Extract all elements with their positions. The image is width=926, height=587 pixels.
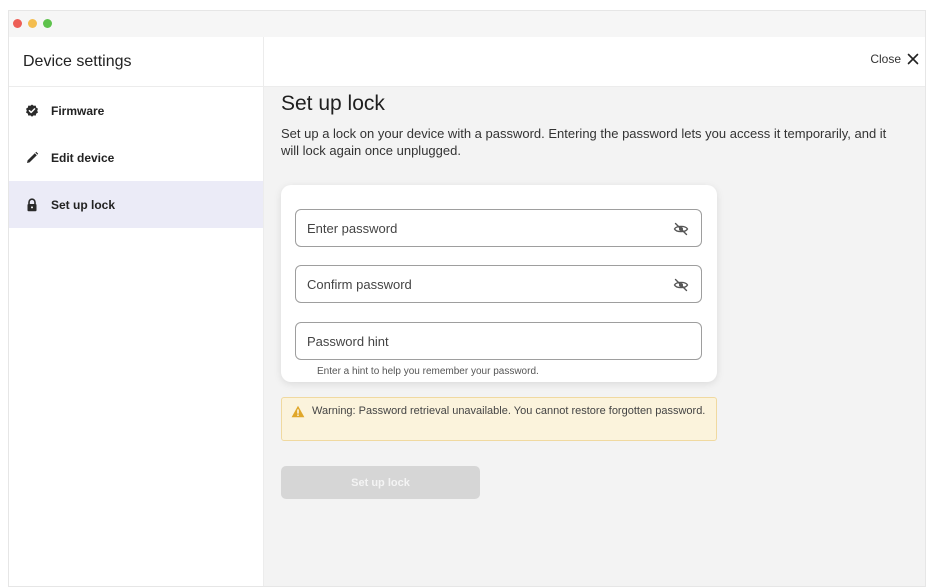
confirm-password-input[interactable]: [307, 276, 667, 292]
sidebar-item-set-up-lock[interactable]: Set up lock: [9, 181, 263, 228]
eye-off-icon[interactable]: [673, 221, 689, 237]
close-button[interactable]: Close: [870, 52, 919, 66]
badge-check-icon: [25, 104, 39, 118]
lock-icon: [25, 197, 39, 212]
eye-off-icon[interactable]: [673, 277, 689, 293]
window-minimize-dot[interactable]: [28, 19, 37, 28]
pencil-icon: [25, 151, 39, 165]
window-close-dot[interactable]: [13, 19, 22, 28]
close-label: Close: [870, 52, 901, 66]
password-field[interactable]: [295, 209, 702, 247]
page-description: Set up a lock on your device with a pass…: [281, 126, 887, 158]
title-bar: [9, 11, 925, 37]
sidebar-item-label: Set up lock: [51, 197, 116, 212]
close-icon: [907, 53, 919, 65]
sidebar: Device settings Firmware Edit device Set…: [9, 37, 264, 586]
password-form-card: [281, 185, 717, 382]
warning-banner: Warning: Password retrieval unavailable.…: [281, 397, 717, 441]
page-title: Set up lock: [281, 92, 385, 115]
window-zoom-dot[interactable]: [43, 19, 52, 28]
sidebar-title: Device settings: [9, 37, 263, 87]
password-hint-input[interactable]: [307, 333, 667, 349]
password-hint-field[interactable]: [295, 322, 702, 360]
sidebar-item-firmware[interactable]: Firmware: [9, 87, 263, 134]
warning-icon: [291, 405, 305, 418]
sidebar-item-label: Edit device: [51, 150, 115, 165]
set-up-lock-button[interactable]: Set up lock: [281, 466, 480, 499]
main-content: Set up lock Set up a lock on your device…: [281, 92, 901, 159]
confirm-password-field[interactable]: [295, 265, 702, 303]
hint-helper-text: Enter a hint to help you remember your p…: [317, 366, 539, 377]
main-header: Close: [264, 37, 925, 87]
password-input[interactable]: [307, 220, 667, 236]
sidebar-item-label: Firmware: [51, 103, 105, 118]
warning-text: Warning: Password retrieval unavailable.…: [312, 405, 706, 417]
sidebar-item-edit-device[interactable]: Edit device: [9, 134, 263, 181]
